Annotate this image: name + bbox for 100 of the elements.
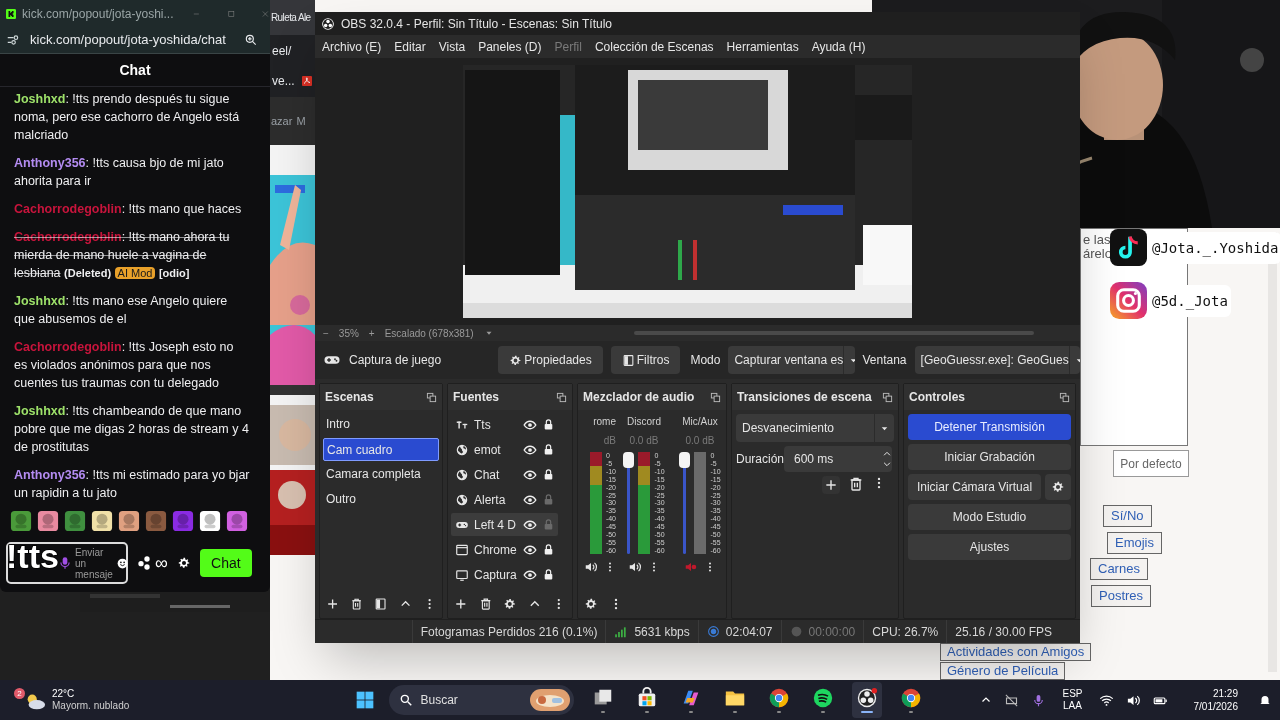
chat-message: Cachorrodegoblin: !tts mano que haces	[14, 201, 243, 218]
speaker-icon[interactable]	[628, 560, 642, 574]
source-row[interactable]: Chat	[451, 463, 558, 486]
lock-icon[interactable]	[542, 468, 555, 481]
volume-reading: 0.0 dB	[685, 434, 715, 448]
menu-item[interactable]: Colección de Escenas	[594, 37, 714, 56]
category-button[interactable]: Carnes	[1090, 558, 1148, 580]
lock-icon[interactable]	[542, 568, 555, 581]
menu-item[interactable]: Vista	[438, 37, 466, 56]
chat-message: Anthony356: !tts mi estimado para yo bjar un rapidin a tu jato	[14, 467, 250, 502]
chevron-up-icon	[882, 449, 892, 459]
control-button[interactable]: Modo Estudio	[908, 504, 1071, 530]
obs-logo-icon	[321, 16, 335, 31]
bookmark-link[interactable]: ve...	[272, 72, 295, 90]
category-button[interactable]: Sí/No	[1103, 505, 1152, 527]
source-row[interactable]: Left 4 D	[451, 513, 558, 536]
pdf-icon	[300, 75, 313, 87]
menu-item[interactable]: Herramientas	[726, 37, 799, 56]
add-icon[interactable]	[326, 597, 340, 611]
windows-start-icon[interactable]	[354, 690, 375, 710]
emote-icon[interactable]	[37, 510, 59, 532]
notification-badge: 2	[14, 688, 25, 699]
default-button[interactable]: Por defecto	[1113, 450, 1189, 477]
source-row[interactable]: Chrome	[451, 538, 558, 561]
control-button[interactable]: Iniciar Grabación	[908, 444, 1071, 470]
control-button[interactable]: Iniciar Cámara Virtual	[908, 474, 1041, 500]
search-field[interactable]: Buscar	[388, 685, 574, 715]
undock-icon[interactable]	[556, 391, 567, 403]
lock-icon[interactable]	[542, 443, 555, 456]
settings-icon[interactable]	[584, 597, 598, 611]
emote-icon[interactable]	[226, 510, 248, 532]
menu-item[interactable]: Archivo (E)	[322, 37, 382, 56]
menu-item[interactable]: Ayuda (H)	[811, 37, 866, 56]
window-icon	[455, 542, 469, 557]
lock-icon[interactable]	[542, 543, 555, 556]
site-info-icon[interactable]	[6, 33, 20, 47]
filter-icon	[621, 353, 635, 367]
stream-time: 02:04:07	[725, 623, 773, 641]
category-button[interactable]: Emojis	[1107, 532, 1162, 554]
undock-icon[interactable]	[426, 391, 437, 403]
source-row[interactable]: Captura	[451, 563, 558, 586]
scene-item[interactable]: Cam cuadro	[323, 438, 439, 461]
source-row[interactable]: Alerta	[451, 488, 558, 511]
mode-dropdown[interactable]: Capturar ventana es	[728, 346, 855, 374]
emote-icon[interactable]	[91, 510, 113, 532]
category-button[interactable]: Actividades con Amigos	[940, 643, 1092, 661]
taskbar-app[interactable]	[851, 682, 882, 718]
zoom-out-button[interactable]: −	[323, 325, 329, 341]
source-row[interactable]: emot	[451, 438, 558, 461]
menu-item[interactable]: Editar	[394, 37, 426, 56]
emote-icon[interactable]	[199, 510, 221, 532]
duration-field[interactable]: 600 ms	[784, 446, 892, 472]
control-button[interactable]: Ajustes	[908, 534, 1071, 560]
undock-icon[interactable]	[1059, 391, 1070, 403]
settings-button[interactable]	[1045, 474, 1071, 500]
trash-icon[interactable]	[478, 597, 493, 611]
undock-icon[interactable]	[710, 391, 721, 403]
add-icon[interactable]	[822, 476, 840, 494]
properties-button[interactable]: Propiedades	[498, 346, 603, 374]
window-dropdown[interactable]: [GeoGuessr.exe]: GeoGues	[914, 346, 1080, 374]
trash-icon[interactable]	[350, 597, 364, 611]
category-button[interactable]: Postres	[1091, 585, 1152, 607]
transition-dropdown[interactable]: Desvanecimiento	[736, 414, 894, 442]
volume-slider[interactable]	[679, 452, 691, 554]
browser-tab[interactable]: Ruleta Ale	[270, 0, 315, 35]
undock-icon[interactable]	[882, 391, 893, 403]
menu-item[interactable]: Paneles (D)	[478, 37, 542, 56]
settings-icon[interactable]	[176, 556, 191, 570]
scene-item[interactable]: Outro	[323, 488, 439, 511]
settings-icon[interactable]	[503, 597, 517, 611]
zoom-in-button[interactable]: +	[368, 325, 375, 341]
scene-item[interactable]: Camara completa	[323, 463, 439, 486]
microphone-icon[interactable]	[58, 555, 72, 571]
device-off-icon[interactable]	[1004, 692, 1020, 708]
bell-icon[interactable]	[1258, 693, 1272, 707]
source-row[interactable]: Tts	[451, 413, 558, 436]
category-button[interactable]: Género de Película	[940, 662, 1066, 680]
trash-icon[interactable]	[848, 476, 864, 492]
clock-time[interactable]: 21:29	[1212, 687, 1238, 700]
add-icon[interactable]	[454, 597, 468, 611]
lock-icon[interactable]	[542, 418, 555, 431]
nav-link[interactable]: azar	[271, 112, 293, 130]
points-icon[interactable]	[137, 555, 153, 571]
zoom-icon[interactable]	[244, 33, 258, 47]
control-button[interactable]: Detener Transmisión	[908, 414, 1071, 440]
emote-icon[interactable]	[118, 510, 140, 532]
language-code[interactable]: ESP	[1062, 688, 1083, 700]
send-button[interactable]: Chat	[199, 549, 252, 577]
volume-reading: 0.0 dB	[629, 434, 659, 448]
speaker-icon[interactable]	[584, 560, 598, 574]
overlay-text: !tts	[6, 540, 59, 572]
filter-icon[interactable]	[374, 597, 388, 611]
clock-date[interactable]: 7/01/2026	[1193, 700, 1238, 713]
record-time: 00:00:00	[808, 623, 856, 641]
scene-item[interactable]: Intro	[323, 413, 439, 436]
nav-link[interactable]: M	[296, 112, 306, 130]
keyboard-layout[interactable]: LAA	[1063, 700, 1082, 712]
filters-button[interactable]: Filtros	[610, 346, 681, 374]
emoji-icon[interactable]	[115, 556, 129, 570]
volume-slider[interactable]	[623, 452, 635, 554]
